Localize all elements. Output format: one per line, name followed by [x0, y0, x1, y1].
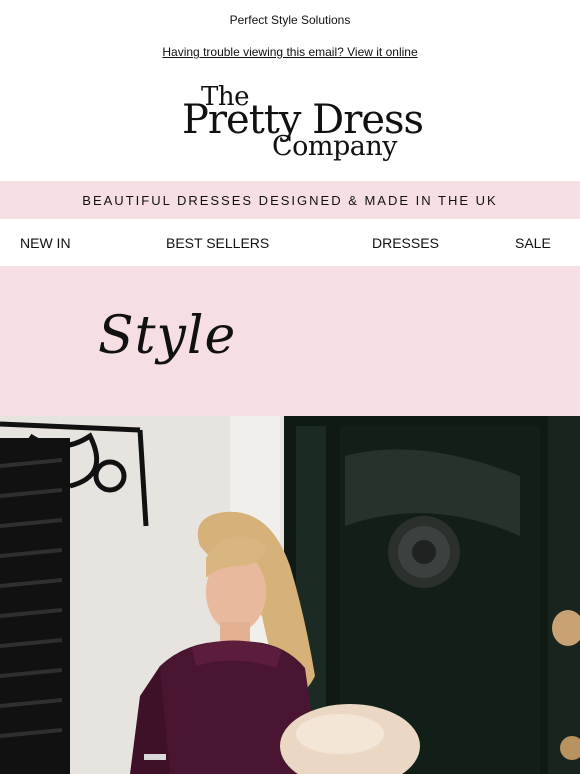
brand-logo[interactable]: The Pretty Dress Company: [0, 82, 580, 164]
hero-photo[interactable]: [0, 416, 580, 774]
nav-item-dresses[interactable]: DRESSES: [372, 235, 439, 251]
promo-banner: BEAUTIFUL DRESSES DESIGNED & MADE IN THE…: [0, 181, 580, 219]
logo-line-company: Company: [272, 131, 398, 162]
view-online-link[interactable]: Having trouble viewing this email? View …: [162, 45, 417, 59]
hero-heading: Style: [98, 306, 237, 366]
nav-item-sale[interactable]: SALE: [515, 235, 551, 251]
view-online-bar: Having trouble viewing this email? View …: [0, 42, 580, 62]
nav-item-new-in[interactable]: NEW IN: [20, 235, 71, 251]
preheader-text: Perfect Style Solutions: [229, 13, 351, 27]
main-nav: NEW IN BEST SELLERS DRESSES SALE: [0, 222, 580, 266]
hero-photo-illustration: [0, 416, 580, 774]
hero-heading-block: Style: [0, 266, 580, 416]
preheader: Perfect Style Solutions: [0, 0, 580, 40]
promo-banner-text: BEAUTIFUL DRESSES DESIGNED & MADE IN THE…: [82, 192, 498, 208]
nav-item-best-sellers[interactable]: BEST SELLERS: [166, 235, 269, 251]
